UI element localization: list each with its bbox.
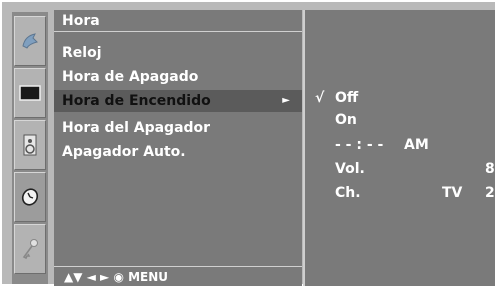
channel-setting[interactable]: Ch. TV 2 bbox=[305, 182, 495, 204]
speaker-icon[interactable] bbox=[14, 120, 46, 170]
menu-item-sleep-timer[interactable]: Hora del Apagador bbox=[54, 117, 302, 139]
menu-title: Hora bbox=[54, 10, 302, 32]
option-on[interactable]: On bbox=[305, 109, 495, 131]
menu-item-label: Reloj bbox=[62, 45, 102, 61]
time-value: - - : - - bbox=[335, 137, 384, 153]
satellite-dish-icon[interactable] bbox=[14, 16, 46, 66]
option-off-label: Off bbox=[335, 90, 359, 106]
icon-bar bbox=[12, 12, 48, 284]
menu-item-label: Hora de Encendido bbox=[62, 93, 211, 109]
volume-label: Vol. bbox=[335, 161, 365, 177]
volume-value: 8 bbox=[485, 161, 495, 177]
menu-item-label: Hora de Apagado bbox=[62, 69, 199, 85]
menu-item-off-time[interactable]: Hora de Apagado bbox=[54, 66, 302, 88]
check-icon: √ bbox=[315, 90, 325, 106]
osd-panel: Hora Reloj Hora de Apagado Hora de Encen… bbox=[2, 2, 495, 286]
submenu-arrow-icon: ► bbox=[282, 95, 290, 106]
menu-item-label: Apagador Auto. bbox=[62, 144, 186, 160]
screen-icon[interactable] bbox=[14, 68, 46, 118]
navigation-help-bar: ▲▼ ◄ ► ◉ MENU bbox=[54, 266, 302, 286]
option-off[interactable]: √ Off bbox=[305, 87, 495, 109]
option-on-label: On bbox=[335, 112, 357, 128]
channel-label: Ch. bbox=[335, 185, 361, 201]
menu-item-clock[interactable]: Reloj bbox=[54, 42, 302, 64]
key-icon[interactable] bbox=[14, 224, 46, 274]
time-menu: Hora Reloj Hora de Apagado Hora de Encen… bbox=[54, 10, 302, 286]
channel-type: TV bbox=[442, 185, 463, 201]
volume-setting[interactable]: Vol. 8 bbox=[305, 158, 495, 180]
clock-icon[interactable] bbox=[14, 172, 46, 222]
channel-value: 2 bbox=[485, 185, 495, 201]
time-setting[interactable]: - - : - - AM bbox=[305, 134, 495, 156]
menu-item-label: Hora del Apagador bbox=[62, 120, 211, 136]
on-time-submenu: √ Off On - - : - - AM Vol. 8 Ch. TV 2 bbox=[303, 10, 495, 286]
am-pm-value: AM bbox=[404, 137, 429, 153]
menu-item-auto-off[interactable]: Apagador Auto. bbox=[54, 141, 302, 163]
menu-item-on-time[interactable]: Hora de Encendido ► bbox=[54, 90, 302, 112]
